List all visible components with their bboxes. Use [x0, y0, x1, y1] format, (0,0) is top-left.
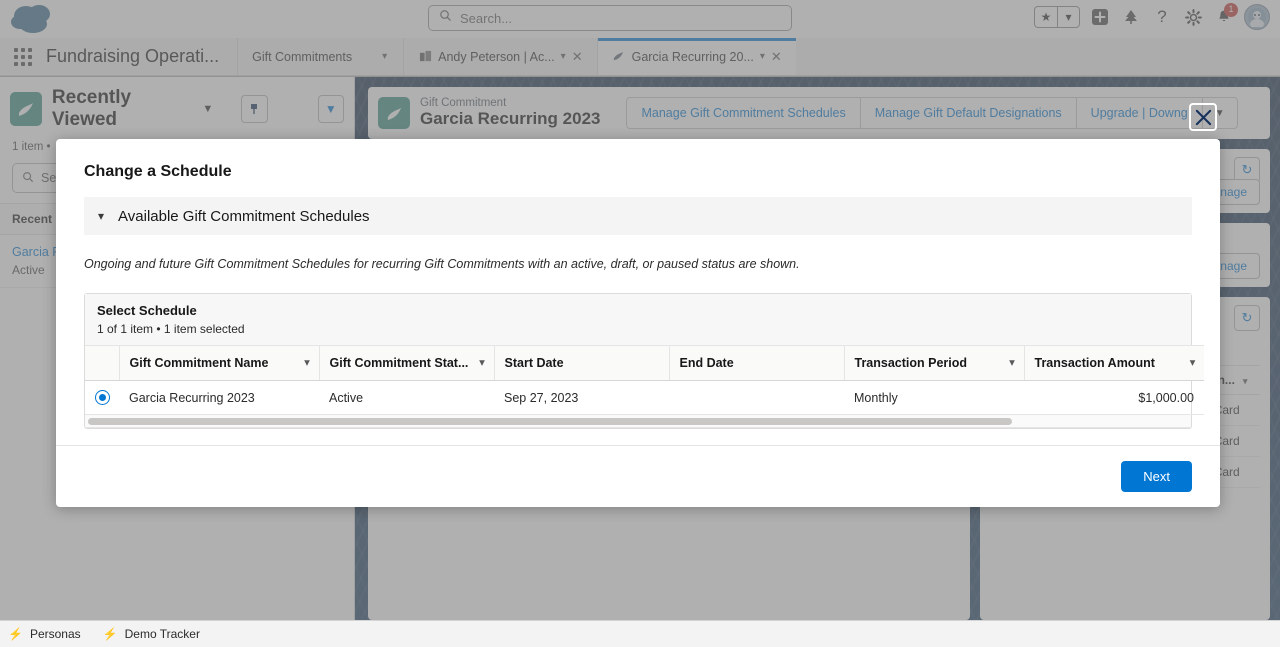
- chevron-down-icon[interactable]: ▾: [760, 51, 765, 62]
- column-header-transaction-amount[interactable]: Transaction Amount ▾: [1024, 345, 1204, 381]
- lightning-bolt-icon: ⚡: [8, 627, 23, 641]
- cell-transaction-period: Monthly: [844, 380, 1024, 415]
- modal-title: Change a Schedule: [84, 163, 232, 180]
- bell-icon[interactable]: 1: [1213, 3, 1238, 28]
- cell-gift-commitment-name: Garcia Recurring 2023: [119, 380, 319, 415]
- manage-gift-default-designations-button[interactable]: Manage Gift Default Designations: [859, 98, 1076, 128]
- salesforce-cloud-logo[interactable]: [8, 2, 60, 36]
- column-header-end-date[interactable]: End Date: [669, 345, 845, 381]
- nav-tab-gift-commitments-caret[interactable]: ▾: [366, 38, 403, 75]
- tree-icon[interactable]: [1120, 6, 1142, 28]
- cell-transaction-amount: $1,000.00: [1024, 380, 1204, 415]
- record-title-block: Gift Commitment Garcia Recurring 2023: [420, 97, 600, 129]
- cell-gift-commitment-status: Active: [319, 380, 494, 415]
- close-modal-button[interactable]: [1189, 103, 1217, 131]
- table-row[interactable]: Garcia Recurring 2023 Active Sep 27, 202…: [85, 380, 1204, 415]
- nav-tab-label: Gift Commitments: [252, 49, 353, 64]
- chevron-down-icon[interactable]: ▾: [1190, 358, 1195, 369]
- search-placeholder: Search...: [460, 10, 513, 26]
- accordion-label: Available Gift Commitment Schedules: [118, 207, 370, 225]
- global-header: Search... ★ ▾ ? 1: [0, 0, 1280, 38]
- available-schedules-accordion[interactable]: ▾ Available Gift Commitment Schedules: [84, 197, 1192, 235]
- utility-item-demo-tracker[interactable]: ⚡ Demo Tracker: [103, 627, 200, 641]
- chevron-down-icon[interactable]: ▾: [1009, 358, 1014, 369]
- app-name[interactable]: Fundraising Operati...: [46, 38, 237, 75]
- column-header-select: [85, 345, 120, 381]
- chevron-down-icon[interactable]: ▾: [561, 51, 566, 62]
- nav-tab-garcia-recurring[interactable]: Garcia Recurring 20... ▾ ✕: [597, 38, 796, 75]
- utility-bar: ⚡ Personas ⚡ Demo Tracker: [0, 620, 1280, 647]
- change-schedule-modal: Change a Schedule ▾ Available Gift Commi…: [56, 139, 1220, 507]
- cell-start-date: Sep 27, 2023: [494, 380, 669, 415]
- list-view-header: Recently Viewed ▼ ▼: [0, 77, 354, 135]
- modal-footer: Next: [56, 445, 1220, 507]
- header-icon-group: ★ ▾ ? 1: [1034, 3, 1270, 30]
- next-button[interactable]: Next: [1121, 461, 1192, 492]
- avatar[interactable]: [1244, 4, 1270, 30]
- modal-note: Ongoing and future Gift Commitment Sched…: [84, 257, 800, 271]
- select-schedule-panel: Select Schedule 1 of 1 item • 1 item sel…: [84, 293, 1204, 429]
- app-root: Search... ★ ▾ ? 1 Fundraising Operati...…: [0, 0, 1280, 647]
- utility-item-label: Personas: [29, 627, 81, 641]
- lightning-bolt-icon: ⚡: [102, 627, 118, 641]
- record-name: Garcia Recurring 2023: [420, 109, 601, 129]
- column-header-gift-commitment-name[interactable]: Gift Commitment Name ▾: [119, 345, 320, 381]
- list-search-placeholder: Se: [41, 171, 57, 185]
- upgrade-downgrade-button[interactable]: Upgrade | Downg: [1075, 98, 1202, 128]
- app-launcher-icon[interactable]: [0, 38, 46, 75]
- pin-icon[interactable]: [241, 95, 268, 123]
- list-view-controls-menu[interactable]: ▼: [317, 95, 345, 123]
- gift-commitment-icon: [10, 92, 42, 126]
- select-schedule-count: 1 of 1 item • 1 item selected: [85, 320, 1191, 345]
- column-header-start-date[interactable]: Start Date: [494, 345, 670, 381]
- column-header-transaction-period[interactable]: Transaction Period ▾: [844, 345, 1025, 381]
- chevron-down-icon[interactable]: ▾: [1057, 7, 1079, 27]
- search-icon: [439, 9, 452, 27]
- record-action-buttons: Manage Gift Commitment Schedules Manage …: [626, 97, 1238, 129]
- scrollbar-thumb[interactable]: [88, 418, 1012, 425]
- search-input[interactable]: Search...: [428, 5, 792, 31]
- column-header-gift-commitment-status[interactable]: Gift Commitment Stat... ▾: [319, 345, 495, 381]
- account-icon: [418, 50, 432, 64]
- chevron-down-icon[interactable]: ▾: [1243, 376, 1248, 386]
- manage-gift-commitment-schedules-button[interactable]: Manage Gift Commitment Schedules: [627, 98, 859, 128]
- chevron-down-icon[interactable]: ▾: [98, 209, 104, 223]
- notification-badge: 1: [1224, 3, 1238, 17]
- radio-selected-icon[interactable]: [95, 390, 110, 405]
- app-navigation-bar: Fundraising Operati... Gift Commitments …: [0, 38, 1280, 76]
- chevron-down-icon[interactable]: ▾: [304, 358, 309, 369]
- question-mark-icon[interactable]: ?: [1151, 6, 1173, 28]
- list-view-title[interactable]: Recently Viewed: [52, 87, 192, 131]
- cell-end-date: [669, 380, 844, 415]
- record-header: Gift Commitment Garcia Recurring 2023 Ma…: [368, 87, 1270, 139]
- gift-commitment-icon: [378, 97, 410, 129]
- global-search[interactable]: Search...: [428, 5, 792, 31]
- refresh-icon[interactable]: ↻: [1234, 305, 1260, 331]
- utility-item-label: Demo Tracker: [124, 627, 200, 641]
- nav-tab-label: Andy Peterson | Ac...: [438, 49, 555, 64]
- gear-icon[interactable]: [1182, 6, 1204, 28]
- search-icon: [22, 171, 34, 186]
- nav-tab-gift-commitments[interactable]: Gift Commitments: [238, 38, 366, 75]
- record-object-label: Gift Commitment: [420, 97, 507, 110]
- utility-item-personas[interactable]: ⚡ Personas: [8, 627, 81, 641]
- close-icon[interactable]: ✕: [572, 49, 583, 65]
- schedules-table: Gift Commitment Name ▾ Gift Commitment S…: [85, 345, 1204, 415]
- star-icon[interactable]: ★: [1035, 7, 1057, 27]
- chevron-down-icon[interactable]: ▼: [202, 103, 213, 115]
- chevron-down-icon[interactable]: ▾: [479, 358, 484, 369]
- table-header-row: Gift Commitment Name ▾ Gift Commitment S…: [85, 345, 1204, 381]
- horizontal-scrollbar[interactable]: [85, 415, 1191, 428]
- favorite-button-group[interactable]: ★ ▾: [1034, 6, 1080, 28]
- row-radio-button[interactable]: [85, 380, 119, 415]
- gift-commitment-icon: [612, 50, 626, 64]
- plus-square-icon[interactable]: [1089, 6, 1111, 28]
- chevron-down-icon: ▾: [382, 51, 388, 62]
- select-schedule-heading: Select Schedule: [85, 294, 1191, 320]
- close-icon[interactable]: ✕: [771, 49, 782, 65]
- nav-tab-andy-peterson[interactable]: Andy Peterson | Ac... ▾ ✕: [404, 38, 596, 75]
- nav-tab-label: Garcia Recurring 20...: [631, 49, 754, 64]
